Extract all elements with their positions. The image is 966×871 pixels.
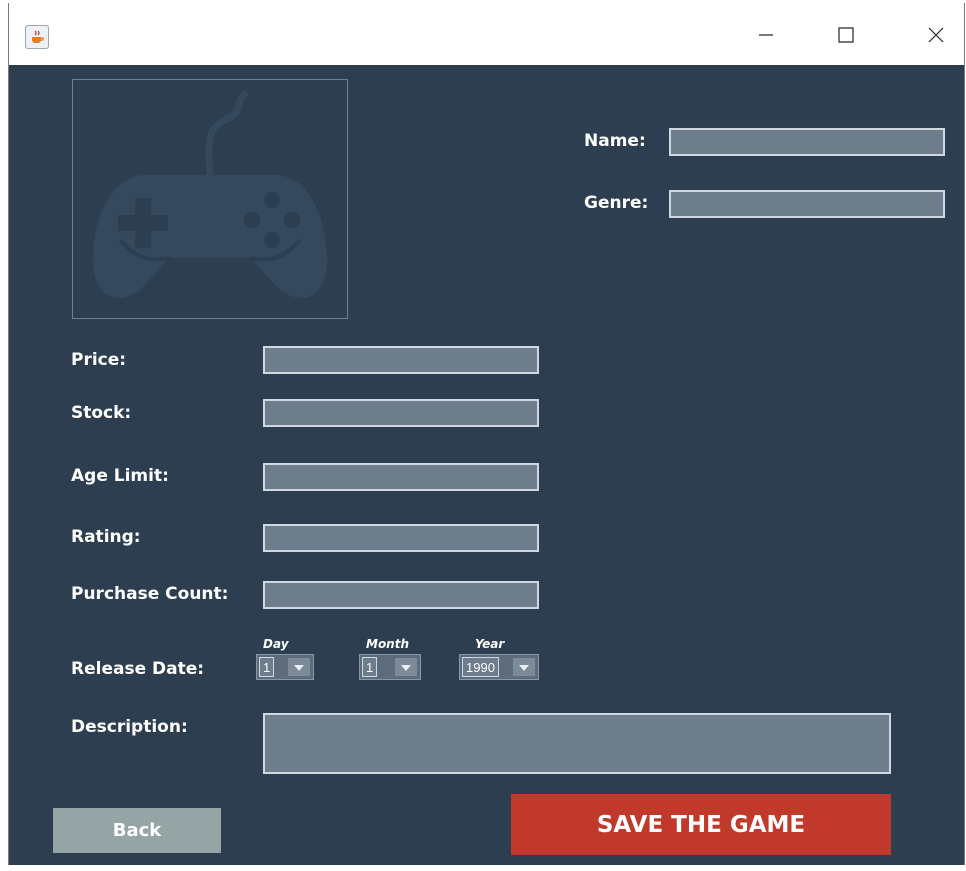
month-label: Month	[366, 637, 410, 651]
purchase-count-field[interactable]	[263, 581, 539, 609]
back-button[interactable]: Back	[53, 808, 221, 853]
month-value: 1	[362, 657, 378, 677]
name-field[interactable]	[669, 128, 945, 156]
game-form-window: Name: Genre: Price: Stock: Age Limit: Ra…	[8, 3, 965, 865]
description-label: Description:	[71, 717, 188, 737]
release-date-label: Release Date:	[71, 659, 205, 679]
game-image-placeholder[interactable]	[72, 79, 348, 319]
description-textarea[interactable]	[263, 713, 891, 774]
day-label: Day	[263, 637, 289, 651]
stock-field[interactable]	[263, 399, 539, 427]
genre-field[interactable]	[669, 190, 945, 218]
year-label: Year	[475, 637, 505, 651]
rating-field[interactable]	[263, 524, 539, 552]
purchase-count-label: Purchase Count:	[71, 584, 229, 604]
chevron-down-icon[interactable]	[395, 658, 417, 676]
month-select[interactable]: 1	[359, 654, 421, 680]
age-limit-field[interactable]	[263, 463, 539, 491]
year-value: 1990	[462, 657, 499, 677]
maximize-button[interactable]	[824, 15, 868, 55]
price-field[interactable]	[263, 346, 539, 374]
title-bar	[9, 3, 964, 65]
chevron-down-icon[interactable]	[288, 658, 310, 676]
stock-label: Stock:	[71, 403, 132, 423]
chevron-down-icon[interactable]	[513, 658, 535, 676]
save-game-button[interactable]: SAVE THE GAME	[511, 794, 891, 855]
minimize-button[interactable]	[744, 15, 788, 55]
close-button[interactable]	[914, 15, 958, 55]
age-limit-label: Age Limit:	[71, 466, 169, 486]
price-label: Price:	[71, 350, 127, 370]
day-value: 1	[259, 657, 275, 677]
java-coffee-icon[interactable]	[25, 25, 49, 49]
gamepad-icon	[92, 90, 328, 298]
year-select[interactable]: 1990	[459, 654, 539, 680]
rating-label: Rating:	[71, 527, 141, 547]
genre-label: Genre:	[584, 193, 649, 213]
day-select[interactable]: 1	[256, 654, 314, 680]
name-label: Name:	[584, 131, 646, 151]
